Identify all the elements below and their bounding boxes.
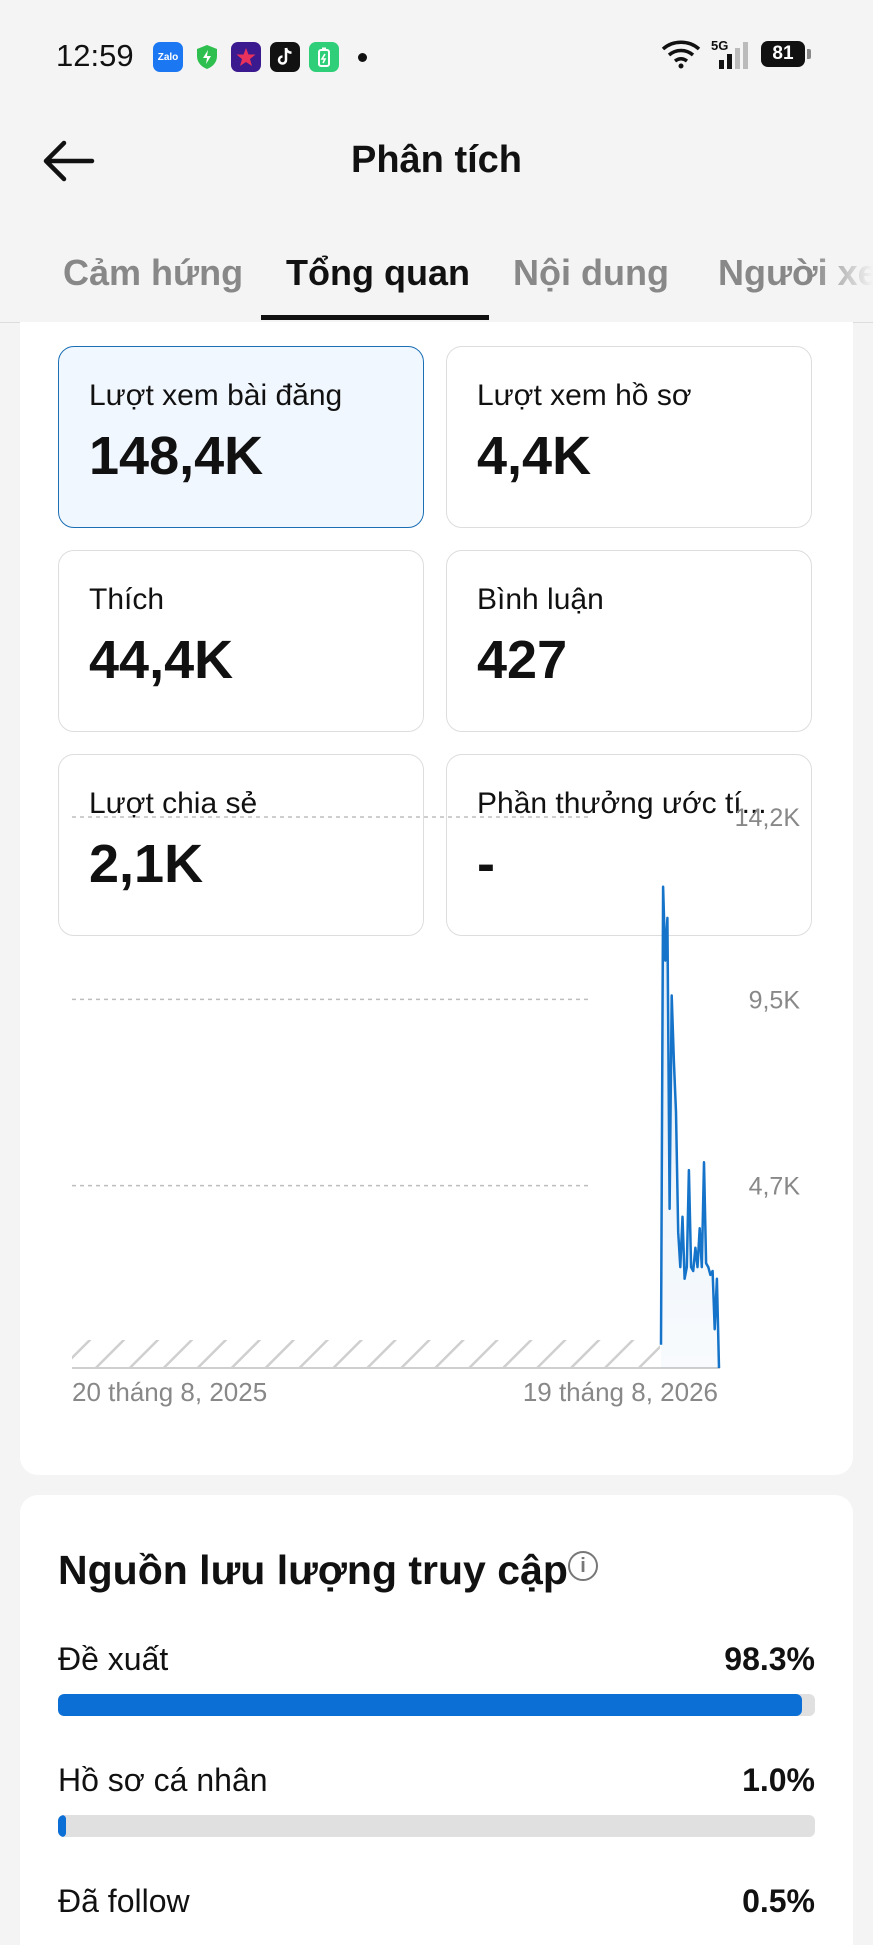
- source-progress-fill: [58, 1815, 66, 1837]
- network-type: 5G: [711, 38, 728, 53]
- traffic-source-card: Nguồn lưu lượng truy cập i Đề xuất 98.3%…: [20, 1495, 853, 1945]
- y-tick-label: 4,7K: [749, 1173, 801, 1201]
- source-percent: 0.5%: [742, 1883, 815, 1919]
- tab-overview[interactable]: Tổng quan: [286, 252, 470, 294]
- battery-saver-icon: [309, 42, 339, 72]
- system-status: 5G 81: [661, 38, 811, 70]
- source-progress-fill: [58, 1694, 803, 1716]
- tab-content[interactable]: Nội dung: [513, 252, 669, 294]
- source-progress-bar: [58, 1815, 815, 1837]
- status-time: 12:59: [56, 38, 134, 73]
- x-tick-label: 20 tháng 8, 2025: [72, 1377, 267, 1407]
- views-line-chart: 14,2K 9,5K 4,7K 20 tháng 8, 2025 19 tháng …: [72, 804, 801, 1407]
- info-icon[interactable]: i: [568, 1551, 598, 1581]
- section-title: Nguồn lưu lượng truy cập: [58, 1547, 568, 1593]
- star-app-icon: [231, 42, 261, 72]
- y-tick-label: 14,2K: [735, 804, 801, 832]
- tab-bar: Cảm hứng Tổng quan Nội dung Người xe: [0, 240, 873, 323]
- source-label: Đã follow: [58, 1883, 190, 1919]
- status-bar: 12:59 Zalo 5G 81: [0, 0, 873, 115]
- source-progress-bar: [58, 1694, 815, 1716]
- page-title: Phân tích: [350, 139, 523, 181]
- tiktok-icon: [270, 42, 300, 72]
- more-notifications-dot: [358, 52, 367, 62]
- cellular-signal-icon: 5G: [711, 38, 748, 69]
- wifi-icon: [661, 40, 701, 69]
- active-tab-indicator: [261, 315, 489, 320]
- zalo-icon: Zalo: [153, 42, 183, 72]
- tab-inspiration[interactable]: Cảm hứng: [63, 252, 243, 294]
- source-percent: 98.3%: [724, 1641, 815, 1677]
- shield-icon: [192, 42, 222, 72]
- battery-icon: 81: [761, 41, 811, 67]
- notification-icons: Zalo: [153, 42, 367, 72]
- no-data-region: [72, 1340, 660, 1367]
- overview-card: Lượt xem bài đăng 148,4K Lượt xem hồ sơ …: [20, 322, 853, 1475]
- x-tick-label: 19 tháng 8, 2026: [523, 1377, 718, 1407]
- y-tick-label: 9,5K: [749, 986, 801, 1014]
- source-percent: 1.0%: [742, 1762, 815, 1798]
- source-label: Đề xuất: [58, 1641, 169, 1677]
- source-label: Hồ sơ cá nhân: [58, 1762, 268, 1798]
